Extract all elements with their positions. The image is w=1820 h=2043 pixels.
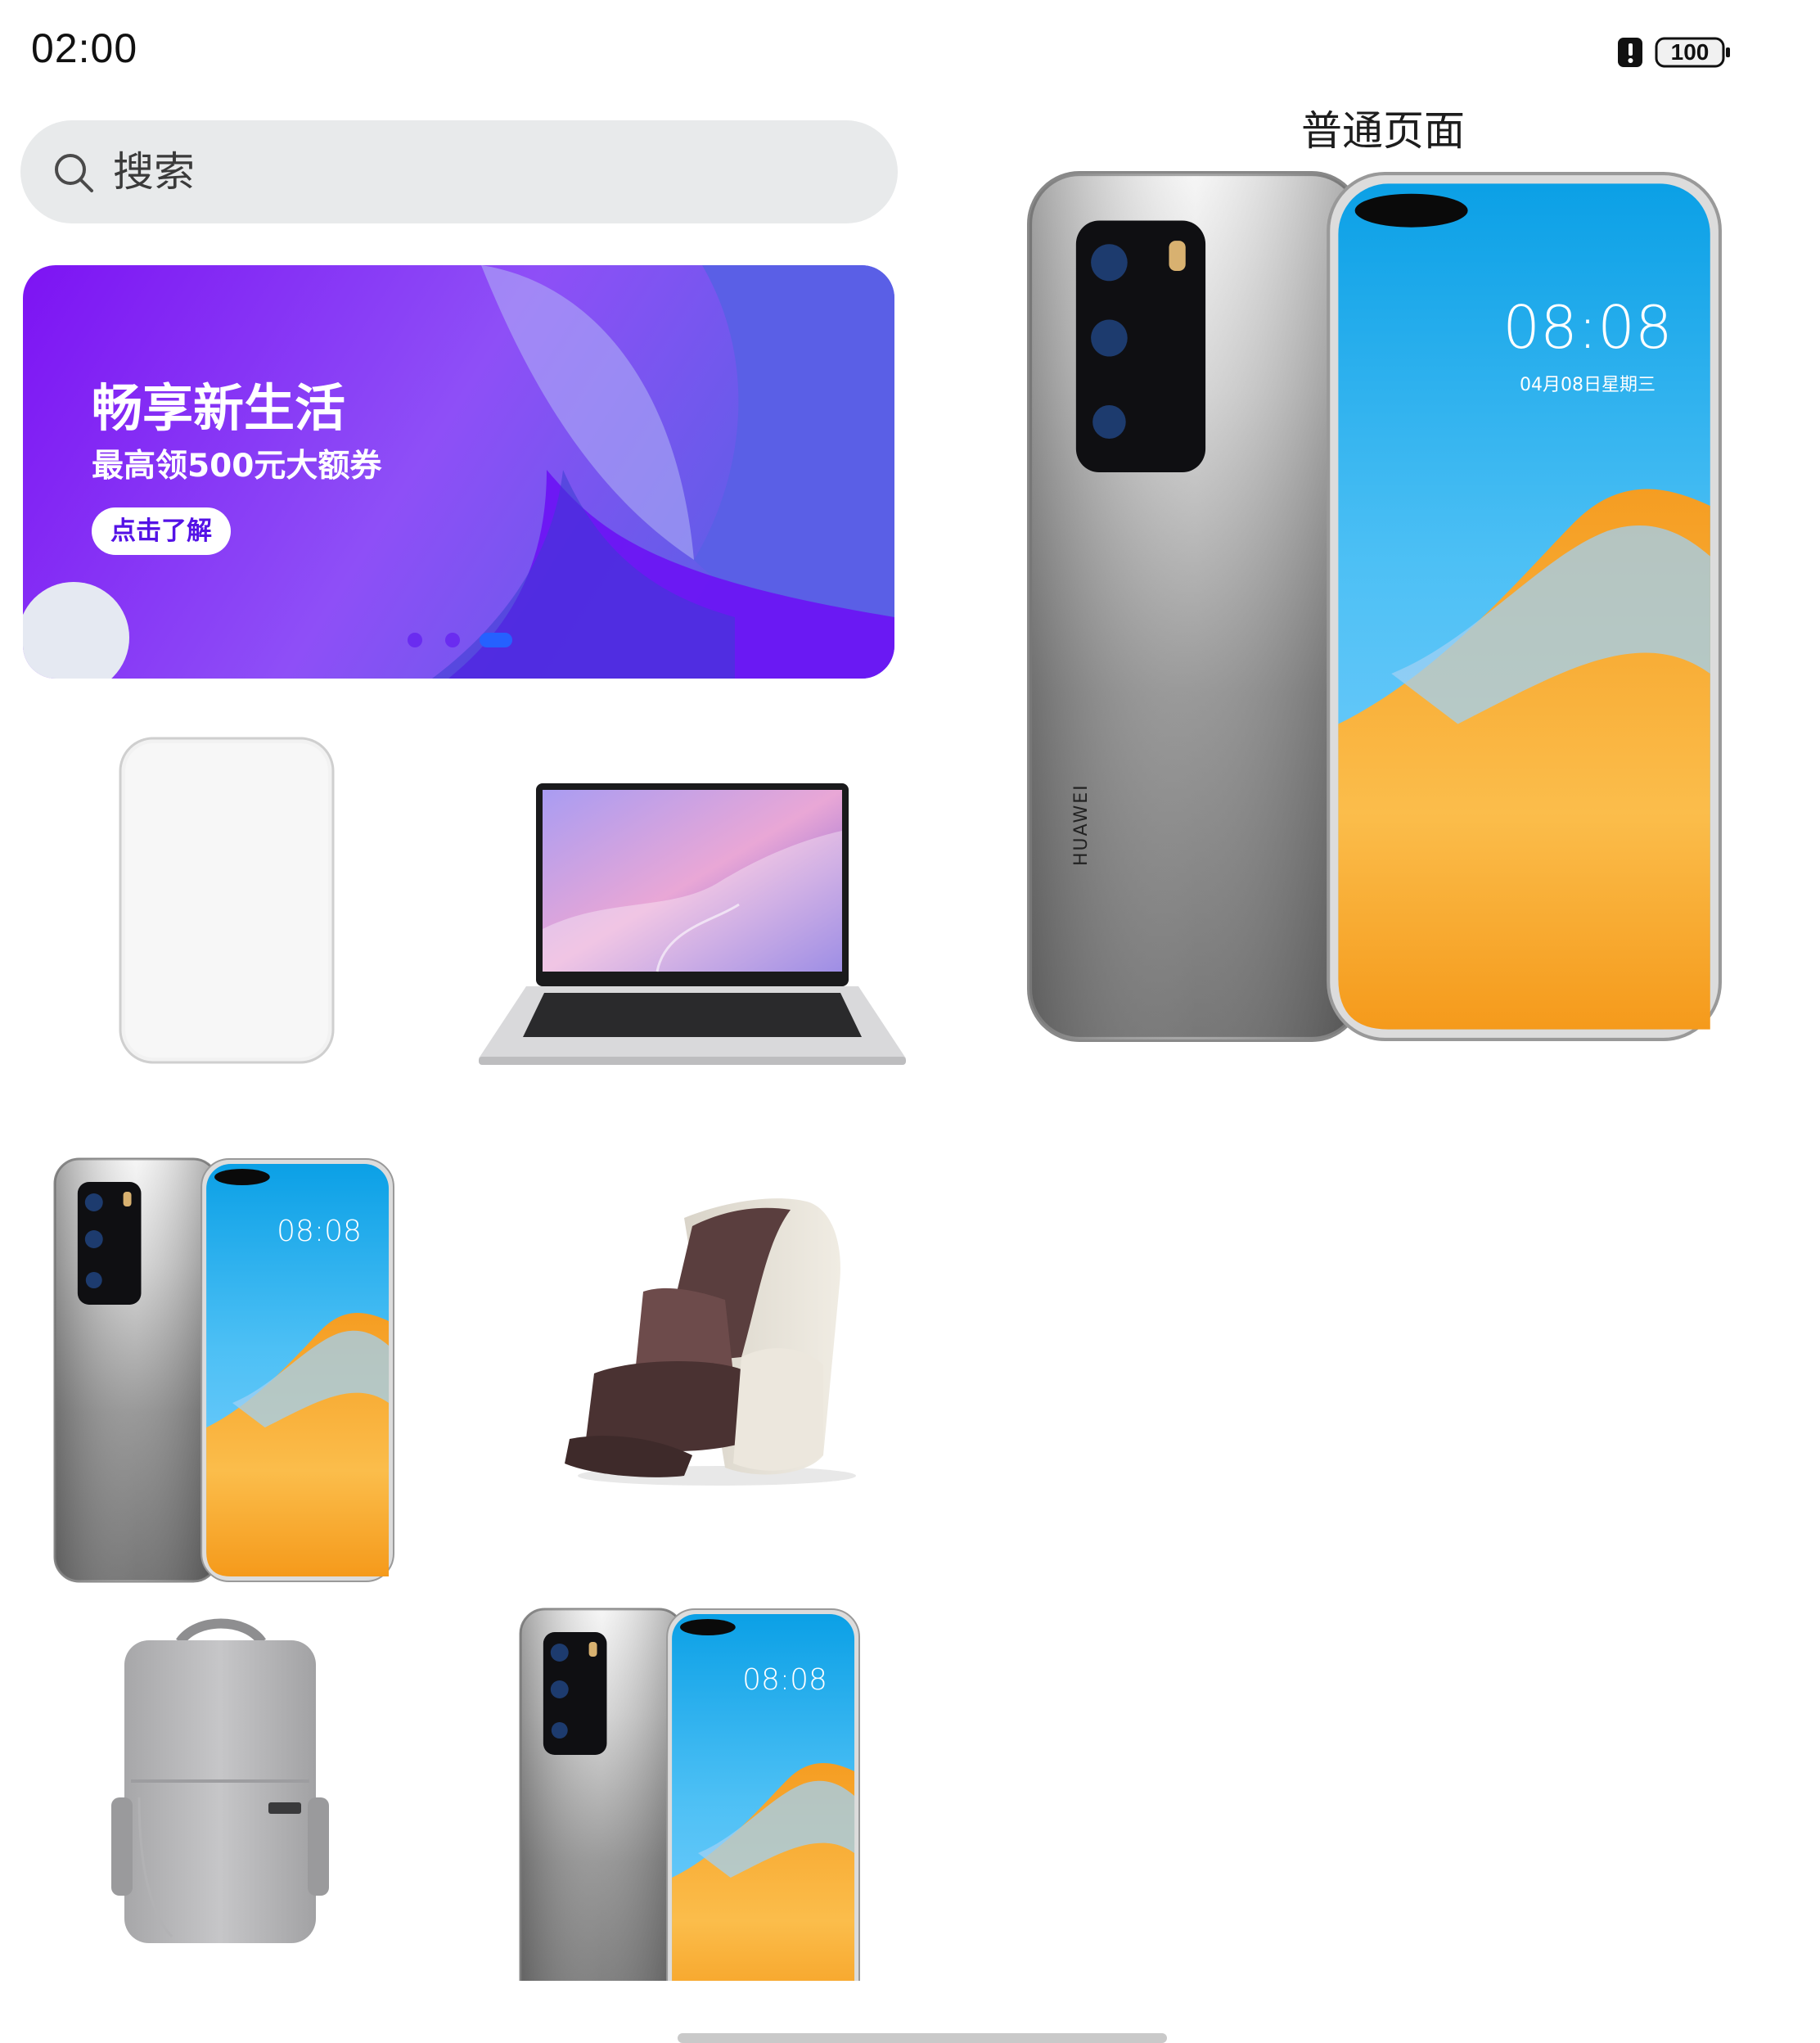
grid-phone-1-time: 08:08 [277, 1215, 362, 1248]
grid-item-phone-1[interactable]: 08:08 [53, 1157, 395, 1583]
grid-item-laptop[interactable] [477, 782, 908, 1068]
battery-icon: 100 [1655, 36, 1732, 69]
search-input[interactable] [113, 135, 849, 209]
banner-title: 畅享新生活 [92, 378, 346, 438]
battery-level: 100 [1670, 39, 1710, 65]
detail-phone-brand: HUAWEI [1071, 783, 1092, 866]
carousel-dot-1[interactable] [408, 633, 422, 647]
grid-phone-2-time: 08:08 [742, 1663, 827, 1697]
carousel-dot-3[interactable] [480, 633, 512, 647]
banner-subtitle: 最高领500元大额券 [92, 448, 382, 485]
detail-phone-time: 08:08 [1502, 293, 1673, 362]
grid-item-massage-chair[interactable] [561, 1193, 861, 1488]
banner-cta-button[interactable]: 点击了解 [92, 507, 231, 555]
status-time: 02:00 [31, 25, 138, 71]
grid-item-phone-2[interactable]: 08:08 [519, 1608, 861, 1981]
carousel-dot-2[interactable] [445, 633, 460, 647]
alert-icon [1618, 38, 1642, 67]
detail-phone-date: 04月08日星期三 [1520, 375, 1656, 395]
grid-item-power-bank[interactable] [117, 735, 336, 1066]
home-indicator[interactable] [678, 2033, 1167, 2043]
detail-phone-image: 08:08 04月08日星期三 HUAWEI [1026, 170, 1723, 1043]
page-title: 普通页面 [1301, 107, 1465, 155]
search-icon [55, 154, 93, 192]
grid-item-backpack[interactable] [106, 1617, 334, 1945]
